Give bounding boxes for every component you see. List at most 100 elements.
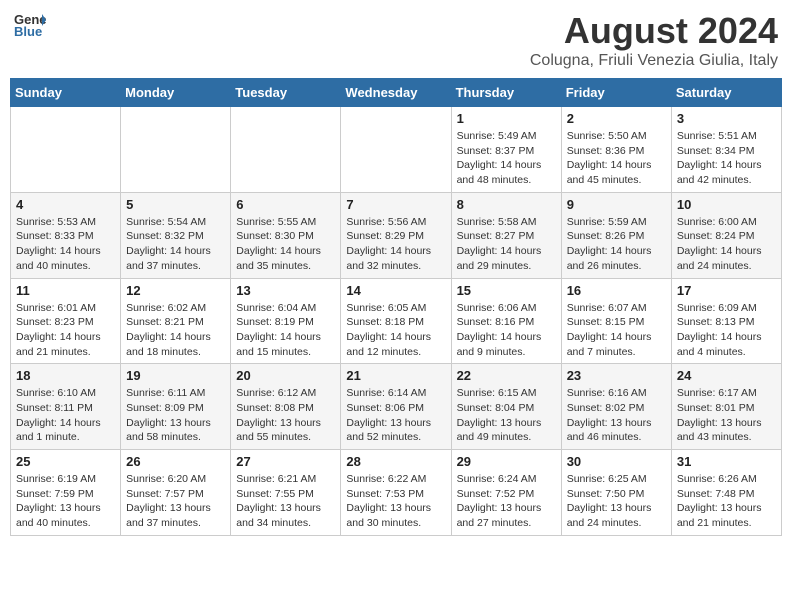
day-info: Sunrise: 6:22 AM Sunset: 7:53 PM Dayligh…: [346, 472, 445, 531]
day-info: Sunrise: 6:15 AM Sunset: 8:04 PM Dayligh…: [457, 386, 556, 445]
column-header-friday: Friday: [561, 79, 671, 107]
day-number: 22: [457, 368, 556, 383]
day-info: Sunrise: 6:25 AM Sunset: 7:50 PM Dayligh…: [567, 472, 666, 531]
day-info: Sunrise: 5:50 AM Sunset: 8:36 PM Dayligh…: [567, 129, 666, 188]
calendar-week-row: 25Sunrise: 6:19 AM Sunset: 7:59 PM Dayli…: [11, 450, 782, 536]
day-number: 30: [567, 454, 666, 469]
column-header-sunday: Sunday: [11, 79, 121, 107]
day-info: Sunrise: 6:21 AM Sunset: 7:55 PM Dayligh…: [236, 472, 335, 531]
day-number: 24: [677, 368, 776, 383]
calendar-week-row: 1Sunrise: 5:49 AM Sunset: 8:37 PM Daylig…: [11, 107, 782, 193]
calendar-cell: 5 Sunrise: 5:54 AM Sunset: 8:32 PM Daylig…: [121, 192, 231, 278]
day-info: Sunrise: 5:56 AM Sunset: 8:29 PM Dayligh…: [346, 215, 445, 274]
day-number: 16: [567, 283, 666, 298]
day-info: Sunrise: 6:05 AM Sunset: 8:18 PM Dayligh…: [346, 301, 445, 360]
day-info: Sunrise: 5:51 AM Sunset: 8:34 PM Dayligh…: [677, 129, 776, 188]
calendar-cell: 23Sunrise: 6:16 AM Sunset: 8:02 PM Dayli…: [561, 364, 671, 450]
day-number: 14: [346, 283, 445, 298]
day-info: Sunrise: 5:53 AM Sunset: 8:33 PM Dayligh…: [16, 215, 115, 274]
calendar-cell: [11, 107, 121, 193]
calendar-cell: 1Sunrise: 5:49 AM Sunset: 8:37 PM Daylig…: [451, 107, 561, 193]
calendar-cell: 2 Sunrise: 5:50 AM Sunset: 8:36 PM Daylig…: [561, 107, 671, 193]
calendar-cell: 28 Sunrise: 6:22 AM Sunset: 7:53 PM Dayli…: [341, 450, 451, 536]
day-number: 3: [677, 111, 776, 126]
day-info: Sunrise: 5:58 AM Sunset: 8:27 PM Dayligh…: [457, 215, 556, 274]
page-subtitle: Colugna, Friuli Venezia Giulia, Italy: [530, 52, 778, 70]
day-number: 9: [567, 197, 666, 212]
calendar-cell: 11 Sunrise: 6:01 AM Sunset: 8:23 PM Dayli…: [11, 278, 121, 364]
day-info: Sunrise: 6:04 AM Sunset: 8:19 PM Dayligh…: [236, 301, 335, 360]
day-number: 27: [236, 454, 335, 469]
page-title: August 2024: [530, 10, 778, 52]
day-info: Sunrise: 6:20 AM Sunset: 7:57 PM Dayligh…: [126, 472, 225, 531]
calendar-cell: 24 Sunrise: 6:17 AM Sunset: 8:01 PM Dayli…: [671, 364, 781, 450]
calendar-cell: 15Sunrise: 6:06 AM Sunset: 8:16 PM Dayli…: [451, 278, 561, 364]
day-number: 10: [677, 197, 776, 212]
day-info: Sunrise: 6:17 AM Sunset: 8:01 PM Dayligh…: [677, 386, 776, 445]
calendar-cell: 26 Sunrise: 6:20 AM Sunset: 7:57 PM Dayli…: [121, 450, 231, 536]
day-number: 1: [457, 111, 556, 126]
calendar-cell: 7 Sunrise: 5:56 AM Sunset: 8:29 PM Daylig…: [341, 192, 451, 278]
column-header-monday: Monday: [121, 79, 231, 107]
day-number: 29: [457, 454, 556, 469]
day-number: 26: [126, 454, 225, 469]
day-number: 28: [346, 454, 445, 469]
day-info: Sunrise: 5:54 AM Sunset: 8:32 PM Dayligh…: [126, 215, 225, 274]
calendar-cell: 4 Sunrise: 5:53 AM Sunset: 8:33 PM Daylig…: [11, 192, 121, 278]
day-number: 13: [236, 283, 335, 298]
day-number: 19: [126, 368, 225, 383]
calendar-cell: 31 Sunrise: 6:26 AM Sunset: 7:48 PM Dayli…: [671, 450, 781, 536]
day-info: Sunrise: 6:11 AM Sunset: 8:09 PM Dayligh…: [126, 386, 225, 445]
calendar-cell: 20Sunrise: 6:12 AM Sunset: 8:08 PM Dayli…: [231, 364, 341, 450]
day-info: Sunrise: 6:01 AM Sunset: 8:23 PM Dayligh…: [16, 301, 115, 360]
column-header-saturday: Saturday: [671, 79, 781, 107]
day-info: Sunrise: 6:19 AM Sunset: 7:59 PM Dayligh…: [16, 472, 115, 531]
day-number: 5: [126, 197, 225, 212]
calendar-cell: 19 Sunrise: 6:11 AM Sunset: 8:09 PM Dayli…: [121, 364, 231, 450]
calendar-cell: 29Sunrise: 6:24 AM Sunset: 7:52 PM Dayli…: [451, 450, 561, 536]
calendar-header-row: SundayMondayTuesdayWednesdayThursdayFrid…: [11, 79, 782, 107]
calendar-cell: 27 Sunrise: 6:21 AM Sunset: 7:55 PM Dayli…: [231, 450, 341, 536]
day-number: 15: [457, 283, 556, 298]
calendar-table: SundayMondayTuesdayWednesdayThursdayFrid…: [10, 78, 782, 536]
day-number: 11: [16, 283, 115, 298]
calendar-cell: 16 Sunrise: 6:07 AM Sunset: 8:15 PM Dayli…: [561, 278, 671, 364]
calendar-week-row: 4 Sunrise: 5:53 AM Sunset: 8:33 PM Daylig…: [11, 192, 782, 278]
day-info: Sunrise: 6:12 AM Sunset: 8:08 PM Dayligh…: [236, 386, 335, 445]
day-info: Sunrise: 5:55 AM Sunset: 8:30 PM Dayligh…: [236, 215, 335, 274]
day-info: Sunrise: 6:07 AM Sunset: 8:15 PM Dayligh…: [567, 301, 666, 360]
day-number: 31: [677, 454, 776, 469]
calendar-cell: [231, 107, 341, 193]
day-number: 2: [567, 111, 666, 126]
calendar-cell: [341, 107, 451, 193]
header: General Blue August 2024 Colugna, Friuli…: [10, 10, 782, 70]
calendar-cell: 14 Sunrise: 6:05 AM Sunset: 8:18 PM Dayli…: [341, 278, 451, 364]
day-info: Sunrise: 6:09 AM Sunset: 8:13 PM Dayligh…: [677, 301, 776, 360]
calendar-cell: 9 Sunrise: 5:59 AM Sunset: 8:26 PM Daylig…: [561, 192, 671, 278]
column-header-wednesday: Wednesday: [341, 79, 451, 107]
day-number: 4: [16, 197, 115, 212]
day-number: 6: [236, 197, 335, 212]
calendar-cell: [121, 107, 231, 193]
day-number: 23: [567, 368, 666, 383]
calendar-cell: 18 Sunrise: 6:10 AM Sunset: 8:11 PM Dayli…: [11, 364, 121, 450]
calendar-cell: 22 Sunrise: 6:15 AM Sunset: 8:04 PM Dayli…: [451, 364, 561, 450]
day-info: Sunrise: 6:14 AM Sunset: 8:06 PM Dayligh…: [346, 386, 445, 445]
day-number: 17: [677, 283, 776, 298]
calendar-cell: 3 Sunrise: 5:51 AM Sunset: 8:34 PM Daylig…: [671, 107, 781, 193]
day-info: Sunrise: 6:26 AM Sunset: 7:48 PM Dayligh…: [677, 472, 776, 531]
calendar-cell: 6 Sunrise: 5:55 AM Sunset: 8:30 PM Daylig…: [231, 192, 341, 278]
calendar-cell: 8Sunrise: 5:58 AM Sunset: 8:27 PM Daylig…: [451, 192, 561, 278]
day-number: 21: [346, 368, 445, 383]
day-info: Sunrise: 6:10 AM Sunset: 8:11 PM Dayligh…: [16, 386, 115, 445]
column-header-tuesday: Tuesday: [231, 79, 341, 107]
calendar-week-row: 11 Sunrise: 6:01 AM Sunset: 8:23 PM Dayli…: [11, 278, 782, 364]
logo: General Blue: [14, 10, 46, 38]
day-number: 7: [346, 197, 445, 212]
calendar-week-row: 18 Sunrise: 6:10 AM Sunset: 8:11 PM Dayli…: [11, 364, 782, 450]
day-info: Sunrise: 5:59 AM Sunset: 8:26 PM Dayligh…: [567, 215, 666, 274]
calendar-cell: 13 Sunrise: 6:04 AM Sunset: 8:19 PM Dayli…: [231, 278, 341, 364]
calendar-cell: 12Sunrise: 6:02 AM Sunset: 8:21 PM Dayli…: [121, 278, 231, 364]
day-number: 18: [16, 368, 115, 383]
calendar-cell: 17 Sunrise: 6:09 AM Sunset: 8:13 PM Dayli…: [671, 278, 781, 364]
